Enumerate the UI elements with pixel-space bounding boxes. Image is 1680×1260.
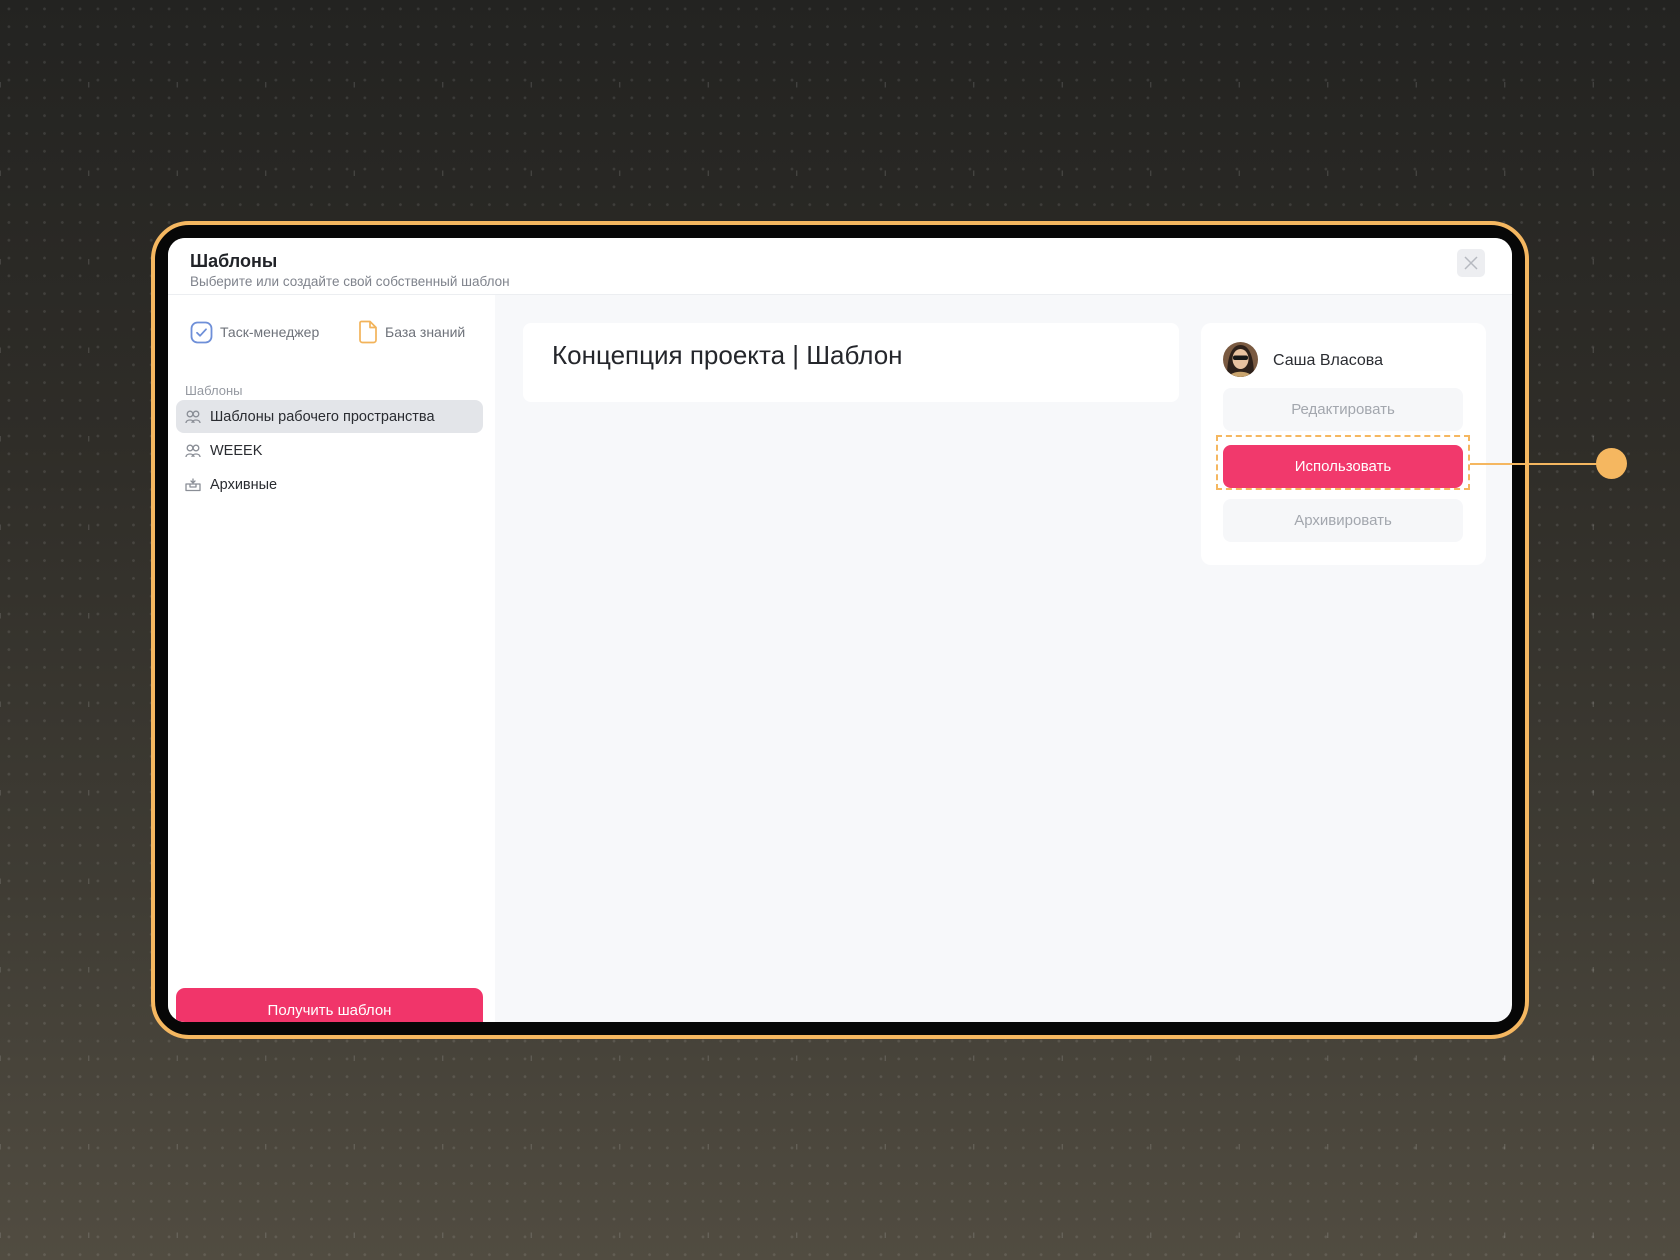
- archive-icon: [185, 477, 201, 491]
- avatar: [1223, 342, 1258, 377]
- user-name: Саша Власова: [1273, 352, 1384, 369]
- check-square-icon: [190, 321, 213, 343]
- sidebar-item-label: Архивные: [210, 476, 278, 493]
- get-template-button[interactable]: Получить шаблон: [176, 988, 483, 1022]
- modal-header: Шаблоны Выберите или создайте свой собст…: [168, 238, 1512, 295]
- tab-knowledge-base-label: База знаний: [385, 324, 466, 340]
- callout-line: [1470, 463, 1612, 465]
- section-label: Шаблоны: [185, 383, 243, 398]
- sidebar-item-label: WEEEK: [210, 442, 263, 459]
- document-icon: [359, 320, 377, 344]
- document-card: Концепция проекта | Шаблон: [523, 323, 1179, 402]
- templates-modal: Шаблоны Выберите или создайте свой собст…: [168, 238, 1512, 1022]
- close-button[interactable]: [1457, 249, 1485, 277]
- sidebar: Таск-менеджер База знаний Шаблоны Шаблон…: [168, 295, 495, 1022]
- close-icon: [1464, 256, 1478, 270]
- tab-knowledge-base[interactable]: База знаний: [358, 320, 465, 344]
- use-button-highlight: [1216, 435, 1470, 490]
- sidebar-item-workspace-templates[interactable]: Шаблоны рабочего пространства: [176, 400, 483, 433]
- users-icon: [185, 444, 201, 457]
- document-title: Концепция проекта | Шаблон: [552, 340, 903, 370]
- modal-subtitle: Выберите или создайте свой собственный ш…: [190, 274, 510, 289]
- sidebar-item-archived[interactable]: Архивные: [176, 468, 483, 501]
- tab-task-manager[interactable]: Таск-менеджер: [190, 320, 319, 344]
- sidebar-item-weeek[interactable]: WEEEK: [176, 434, 483, 467]
- edit-button[interactable]: Редактировать: [1223, 388, 1463, 431]
- modal-title: Шаблоны: [190, 251, 278, 271]
- tab-task-manager-label: Таск-менеджер: [220, 324, 320, 340]
- callout-dot: [1596, 448, 1627, 479]
- sidebar-item-label: Шаблоны рабочего пространства: [210, 408, 435, 425]
- users-icon: [185, 410, 201, 423]
- archive-button[interactable]: Архивировать: [1223, 499, 1463, 542]
